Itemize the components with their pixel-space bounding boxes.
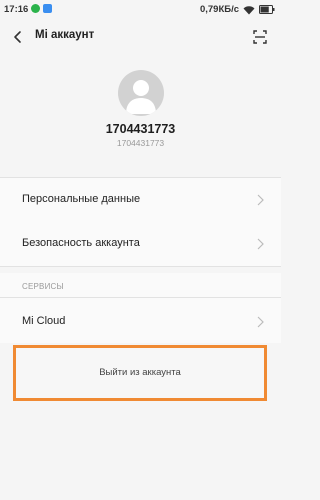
user-name: 1704431773 [105,122,176,136]
status-bar: 17:16 0,79КБ/с [0,0,281,20]
services-header: СЕРВИСЫ [22,282,64,291]
battery-icon [259,5,275,14]
logout-button[interactable]: Выйти из аккаунта [13,345,267,401]
chevron-left-icon[interactable] [10,29,26,45]
mi-cloud-row[interactable]: Mi Cloud [0,300,281,344]
avatar[interactable] [118,70,164,116]
divider [0,297,281,298]
scan-icon[interactable] [252,29,268,45]
personal-data-label: Персональные данные [22,193,141,205]
whatsapp-icon [31,4,40,13]
page-title: Mi аккаунт [35,29,95,41]
services-section: СЕРВИСЫ Mi Cloud [0,273,281,343]
bottom-area [0,401,281,500]
status-time: 17:16 [4,4,29,15]
header: Mi аккаунт [0,20,281,54]
status-right: 0,79КБ/с [200,4,275,15]
status-app-icons [31,4,52,13]
profile-section: 1704431773 1704431773 [0,54,281,164]
divider [0,266,281,267]
user-silhouette-icon [126,80,156,114]
account-security-row[interactable]: Безопасность аккаунта [0,222,281,266]
logout-label: Выйти из аккаунта [99,367,181,378]
personal-data-row[interactable]: Персональные данные [0,178,281,222]
wifi-icon [243,5,255,14]
chevron-right-icon [257,194,264,206]
chevron-right-icon [257,316,264,328]
user-account-id: 1704431773 [116,138,165,148]
app-notification-icon [43,4,52,13]
account-security-label: Безопасность аккаунта [22,237,140,249]
chevron-right-icon [257,238,264,250]
account-settings-list: Персональные данные Безопасность аккаунт… [0,178,281,266]
network-speed: 0,79КБ/с [199,4,239,15]
mi-cloud-label: Mi Cloud [22,315,66,327]
